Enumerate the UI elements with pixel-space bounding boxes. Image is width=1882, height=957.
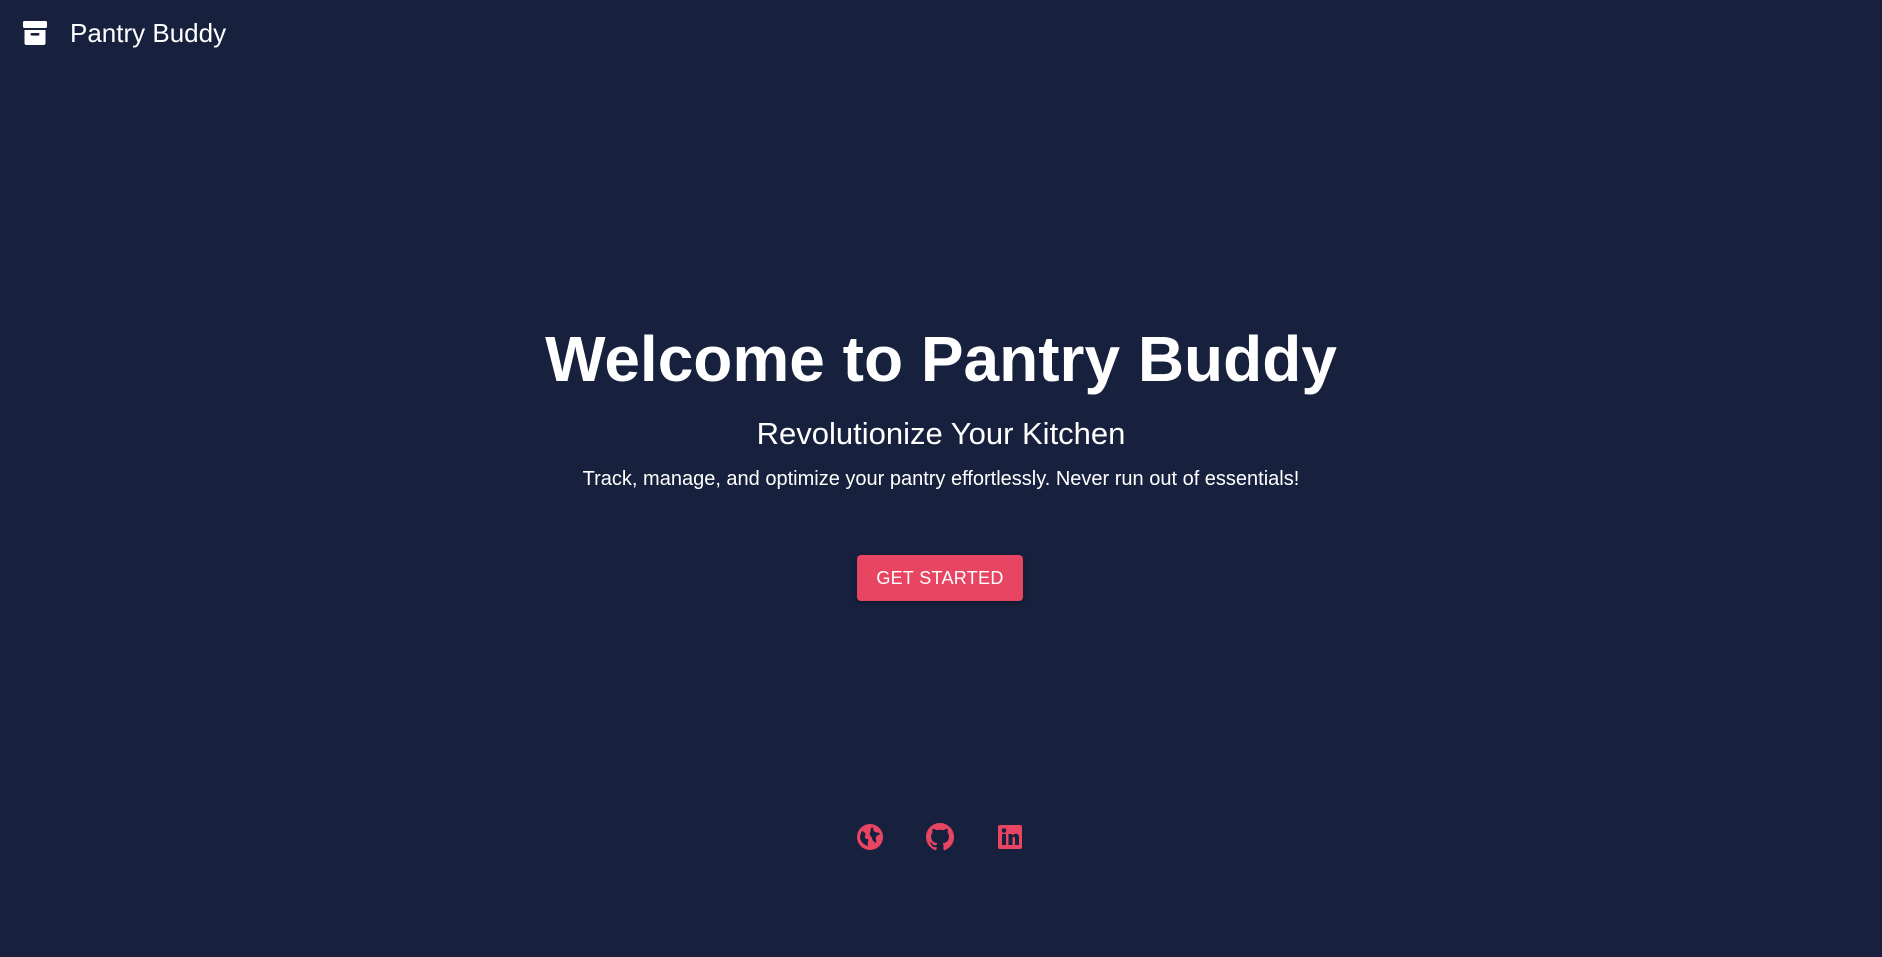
social-links (0, 823, 1882, 851)
hero-description: Track, manage, and optimize your pantry … (582, 468, 1300, 490)
get-started-button[interactable]: GET STARTED (857, 555, 1023, 601)
brand-name[interactable]: Pantry Buddy (70, 18, 226, 48)
landing-page: Pantry Buddy Welcome to Pantry Buddy Rev… (0, 0, 1882, 957)
website-link[interactable] (856, 823, 884, 851)
github-icon (926, 823, 954, 851)
linkedin-link[interactable] (996, 823, 1024, 851)
linkedin-icon (996, 823, 1024, 851)
top-navbar: Pantry Buddy (0, 0, 1882, 66)
hero-title: Welcome to Pantry Buddy (545, 323, 1337, 395)
archive-box-icon (22, 20, 48, 46)
github-link[interactable] (926, 823, 954, 851)
hero-subtitle: Revolutionize Your Kitchen (756, 416, 1126, 451)
globe-icon (856, 823, 884, 851)
